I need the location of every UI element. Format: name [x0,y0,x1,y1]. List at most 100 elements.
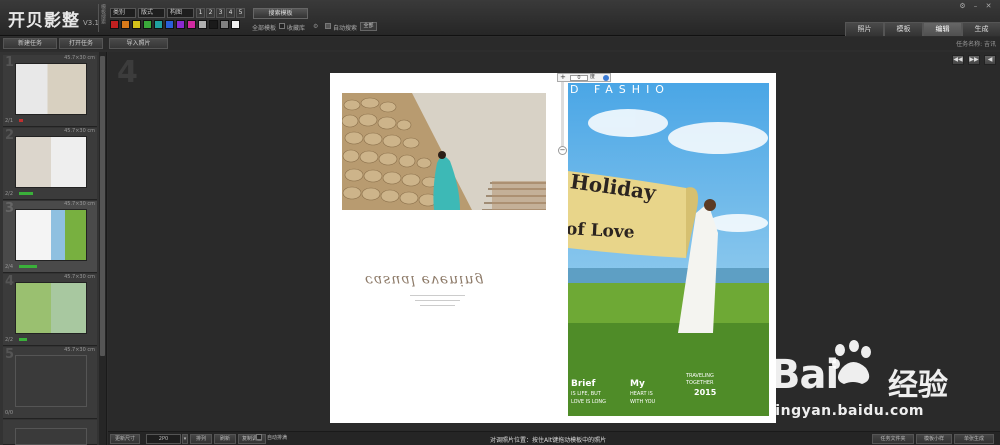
all-button[interactable]: 全部 [360,22,377,31]
new-task-button[interactable]: 新建任务 [3,38,57,49]
caption-line [410,295,465,296]
tab-photos[interactable]: 照片 [845,22,884,36]
template-search-vertical-label: 模板搜索 [98,4,106,32]
page-photo-count: 2/1 [5,118,14,124]
collect-label: 收藏库 [287,25,306,32]
page-list-item[interactable]: 2 45.7×30 cm 2/2 [3,128,97,200]
zoom-slider[interactable] [561,82,564,150]
minimize-icon[interactable]: – [971,2,980,10]
color-swatch[interactable] [143,20,152,29]
collect-checkbox[interactable] [279,23,285,29]
page-photo-count: 0/0 [5,410,14,416]
import-photo-button[interactable]: 导入照片 [109,38,168,49]
photo-count-3-button[interactable]: 3 [216,8,225,18]
page-list-item[interactable] [3,420,97,445]
page-number: 1 [5,55,15,70]
my-heading: My [630,379,645,389]
page-list-item[interactable]: 3 45.7×30 cm 2/4 [3,201,97,273]
page-photo-count: 2/2 [5,337,14,343]
category-dropdown[interactable]: 类别 [110,8,136,18]
photo-count-5-button[interactable]: 5 [236,8,245,18]
settings-gear-icon[interactable]: ⚙ [958,2,967,10]
rotation-unit-label: 度 [590,74,596,80]
status-bar [19,192,33,195]
brief-heading: Brief [571,379,596,389]
scrollbar-thumb[interactable] [100,56,105,356]
tab-templates[interactable]: 模板 [884,22,923,36]
photo-slot-stone-wall[interactable] [342,93,546,210]
refresh-button[interactable]: 刷新 [214,434,236,444]
close-icon[interactable]: ✕ [984,2,993,10]
composition-dropdown[interactable]: 构图 [167,8,194,18]
open-task-button[interactable]: 打开任务 [59,38,103,49]
status-bar [19,265,37,268]
traveling-line: TRAVELING [686,373,714,379]
photo-count-1-button[interactable]: 1 [196,8,205,18]
page-select-arrow-icon[interactable]: ▾ [182,434,188,444]
photo-slot-holiday[interactable]: D FASHIO Holiday of Love Brief IS LIFE, … [568,83,769,416]
photo-adjust-toolbar: + 0 度 [557,73,611,82]
first-page-button[interactable]: ◀◀ [952,55,964,65]
preview-eye-icon[interactable] [603,75,609,81]
page-list-scrollbar[interactable] [99,52,106,445]
page-photo-count: 2/4 [5,264,14,270]
page-thumbnail [15,355,87,407]
search-template-button[interactable]: 搜索模板 [253,8,308,19]
auto-arrange-checkbox[interactable] [256,434,262,440]
current-page-number: 4 [117,55,138,90]
status-hint: 对调照片位置：按住Alt键拖动模板中的照片 [490,437,607,444]
color-swatch[interactable] [165,20,174,29]
color-swatch[interactable] [231,20,240,29]
stone-wall-photo [342,93,546,210]
color-swatch[interactable] [198,20,207,29]
action-bar: 新建任务 打开任务 导入照片 任务名称: 吉讯 [0,37,1000,50]
page-list-item[interactable]: 1 45.7×30 cm 2/1 [3,55,97,127]
my-line-1: HEART IS [630,391,653,397]
fashion-heading: D FASHIO [570,83,670,96]
tab-edit[interactable]: 编辑 [923,22,962,36]
color-swatch[interactable] [209,20,218,29]
caption-line [420,305,455,306]
all-templates-label: 全部模板 [252,25,277,32]
tab-generate[interactable]: 生成 [962,22,1000,36]
page-size: 45.7×30 cm [64,201,95,207]
my-line-2: WITH YOU [630,399,656,405]
page-size: 45.7×30 cm [64,347,95,353]
color-swatch[interactable] [110,20,119,29]
layout-dropdown[interactable]: 版式 [138,8,165,18]
page-thumbnail [15,136,87,188]
app-window: 开贝影整 V3.1 模板搜索 类别 版式 构图 1 2 3 4 5 搜索模板 全… [0,0,1000,445]
color-swatch[interactable] [176,20,185,29]
zoom-in-button[interactable]: + [560,74,566,81]
color-swatch[interactable] [154,20,163,29]
year-text: 2015 [694,388,717,397]
baidu-paw-icon [832,340,871,384]
settings-icon[interactable]: ⚙ [313,23,318,30]
arrange-button[interactable]: 排列 [190,434,212,444]
photo-count-2-button[interactable]: 2 [206,8,215,18]
color-swatch[interactable] [121,20,130,29]
page-list-item[interactable]: 4 45.7×30 cm 2/2 [3,274,97,346]
color-swatch[interactable] [132,20,141,29]
color-swatch[interactable] [220,20,229,29]
page-list-panel: 1 45.7×30 cm 2/1 2 45.7×30 cm 2/2 3 45.7… [0,52,107,445]
watermark-url: jingyan.baidu.com [770,403,925,419]
page-photo-count: 2/2 [5,191,14,197]
page-list-item[interactable]: 5 45.7×30 cm 0/0 [3,347,97,419]
rotation-input[interactable]: 0 [570,75,588,81]
zoom-out-button[interactable]: − [558,146,567,155]
status-dot [19,119,23,122]
page-thumbnail [15,209,87,261]
page-number: 5 [5,347,15,362]
page-thumbnail [15,428,87,445]
back-page-button[interactable]: ◀ [984,55,996,65]
photo-count-4-button[interactable]: 4 [226,8,235,18]
page-number: 3 [5,201,15,216]
page-size: 45.7×30 cm [64,128,95,134]
next-page-button[interactable]: ▶▶ [968,55,980,65]
brief-line-1: IS LIFE, BUT [571,391,601,397]
page-size-button[interactable]: 更新尺寸 [110,434,140,444]
color-swatch[interactable] [187,20,196,29]
page-select[interactable]: 2P0 [146,434,181,444]
auto-search-checkbox[interactable] [325,23,331,29]
